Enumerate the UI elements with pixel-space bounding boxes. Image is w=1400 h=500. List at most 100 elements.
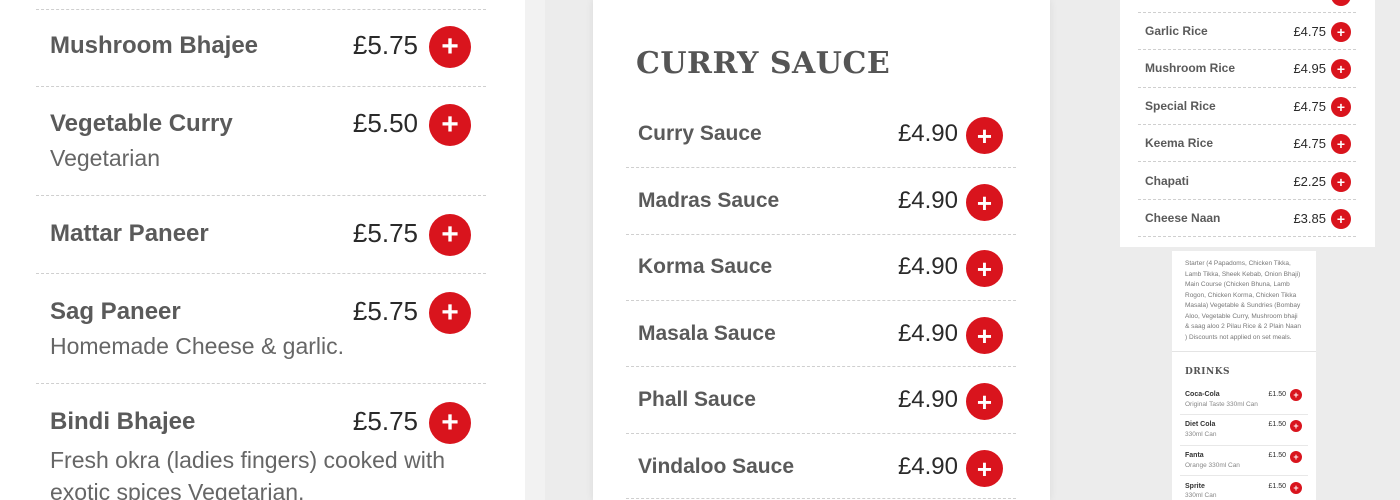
- item-name: Korma Sauce: [638, 255, 773, 278]
- add-to-cart-button[interactable]: +: [429, 214, 471, 256]
- add-to-cart-button[interactable]: +: [1290, 482, 1302, 494]
- item-name: Chapati: [1145, 174, 1190, 188]
- item-price: £4.90: [897, 320, 958, 347]
- menu-card: + Garlic Rice £4.75 + Mushroom Rice £4.9…: [1120, 0, 1375, 247]
- drink-price: £1.50: [1268, 391, 1286, 398]
- add-to-cart-button[interactable]: +: [1331, 97, 1351, 117]
- plus-icon: +: [1293, 451, 1299, 462]
- item-price: £4.75: [1293, 136, 1326, 151]
- drink-description: Original Taste 330ml Can: [1185, 401, 1258, 408]
- section-heading: DRINKS: [1185, 367, 1231, 377]
- divider: [36, 383, 486, 384]
- item-name: Curry Sauce: [638, 122, 762, 145]
- item-name: Mattar Paneer: [50, 220, 209, 247]
- divider: [36, 86, 486, 87]
- plus-icon: +: [976, 120, 993, 151]
- plus-icon: +: [441, 108, 459, 141]
- add-to-cart-button[interactable]: +: [1331, 22, 1351, 42]
- divider: [626, 433, 1016, 434]
- plus-icon: +: [1336, 61, 1346, 77]
- plus-icon: +: [1336, 99, 1346, 115]
- add-to-cart-button[interactable]: +: [1290, 420, 1302, 432]
- add-to-cart-button[interactable]: +: [429, 26, 471, 68]
- menu-card: CURRY SAUCE Curry Sauce £4.90 + Madras S…: [593, 0, 1050, 500]
- add-to-cart-button[interactable]: +: [966, 184, 1003, 221]
- add-to-cart-button[interactable]: +: [966, 317, 1003, 354]
- add-to-cart-button[interactable]: +: [1290, 451, 1302, 463]
- item-price: £5.75: [352, 296, 418, 326]
- item-name: Mushroom Bhajee: [50, 32, 259, 59]
- drink-price: £1.50: [1268, 483, 1286, 490]
- add-to-cart-button[interactable]: +: [966, 250, 1003, 287]
- divider: [1138, 12, 1356, 13]
- add-to-cart-button[interactable]: +: [1331, 0, 1351, 6]
- plus-icon: +: [1293, 389, 1299, 400]
- item-name: Cheese Naan: [1145, 211, 1221, 225]
- item-description: Fresh okra (ladies fingers) cooked with …: [50, 447, 445, 500]
- item-name: Vegetable Curry: [50, 110, 233, 137]
- add-to-cart-button[interactable]: +: [1331, 134, 1351, 154]
- add-to-cart-button[interactable]: +: [1290, 389, 1302, 401]
- panel-vegetable-dishes: Mushroom Bhajee £5.75 + Vegetable Curry …: [0, 0, 545, 500]
- add-to-cart-button[interactable]: +: [429, 402, 471, 444]
- divider: [1180, 414, 1308, 415]
- plus-icon: +: [976, 453, 993, 484]
- item-price: £3.85: [1293, 211, 1326, 226]
- divider: [36, 195, 486, 196]
- plus-icon: +: [441, 30, 459, 63]
- item-price: £4.90: [897, 386, 958, 413]
- item-name: Bindi Bhajee: [50, 408, 196, 435]
- panel-rice-breads: + Garlic Rice £4.75 + Mushroom Rice £4.9…: [1092, 0, 1400, 247]
- panel-curry-sauce: CURRY SAUCE Curry Sauce £4.90 + Madras S…: [547, 0, 1090, 500]
- divider: [626, 498, 1016, 499]
- item-price: £5.75: [352, 30, 418, 60]
- add-to-cart-button[interactable]: +: [966, 450, 1003, 487]
- divider: [626, 167, 1016, 168]
- add-to-cart-button[interactable]: +: [966, 383, 1003, 420]
- add-to-cart-button[interactable]: +: [966, 117, 1003, 154]
- plus-icon: +: [976, 253, 993, 284]
- plus-icon: +: [1293, 482, 1299, 493]
- menu-card: Mushroom Bhajee £5.75 + Vegetable Curry …: [0, 0, 525, 500]
- plus-icon: +: [976, 187, 993, 218]
- item-description: Vegetarian: [50, 145, 160, 171]
- drink-name: Fanta: [1185, 452, 1204, 459]
- item-price: £4.90: [897, 187, 958, 214]
- add-to-cart-button[interactable]: +: [1331, 209, 1351, 229]
- drink-price: £1.50: [1268, 452, 1286, 459]
- plus-icon: +: [1336, 24, 1346, 40]
- item-name: Madras Sauce: [638, 189, 780, 212]
- item-name: Mushroom Rice: [1145, 61, 1236, 75]
- item-price: £5.50: [352, 108, 418, 138]
- item-price: £4.90: [897, 120, 958, 147]
- drink-description: Orange 330ml Can: [1185, 462, 1240, 469]
- plus-icon: +: [976, 386, 993, 417]
- item-name: Masala Sauce: [638, 322, 776, 345]
- section-heading: CURRY SAUCE: [636, 46, 891, 81]
- add-to-cart-button[interactable]: +: [429, 292, 471, 334]
- drink-description: 330ml Can: [1185, 492, 1217, 499]
- divider: [1172, 351, 1316, 352]
- plus-icon: +: [1336, 211, 1346, 227]
- divider: [626, 366, 1016, 367]
- item-price: £5.75: [352, 406, 418, 436]
- divider: [1138, 199, 1356, 200]
- drink-price: £1.50: [1268, 421, 1286, 428]
- add-to-cart-button[interactable]: +: [429, 104, 471, 146]
- add-to-cart-button[interactable]: +: [1331, 59, 1351, 79]
- item-price: £5.75: [352, 218, 418, 248]
- plus-icon: +: [1336, 136, 1346, 152]
- plus-icon: +: [441, 406, 459, 439]
- plus-icon: +: [1337, 0, 1345, 3]
- add-to-cart-button[interactable]: +: [1331, 172, 1351, 192]
- menu-card: Starter (4 Papadoms, Chicken Tikka, Lamb…: [1172, 251, 1316, 500]
- item-price: £4.90: [897, 253, 958, 280]
- item-name: Keema Rice: [1145, 136, 1214, 150]
- divider: [1138, 87, 1356, 88]
- item-name: Garlic Rice: [1145, 24, 1208, 38]
- divider: [36, 273, 486, 274]
- item-price: £4.95: [1293, 61, 1326, 76]
- divider: [1180, 475, 1308, 476]
- plus-icon: +: [1293, 420, 1299, 431]
- item-description: Homemade Cheese & garlic.: [50, 333, 345, 359]
